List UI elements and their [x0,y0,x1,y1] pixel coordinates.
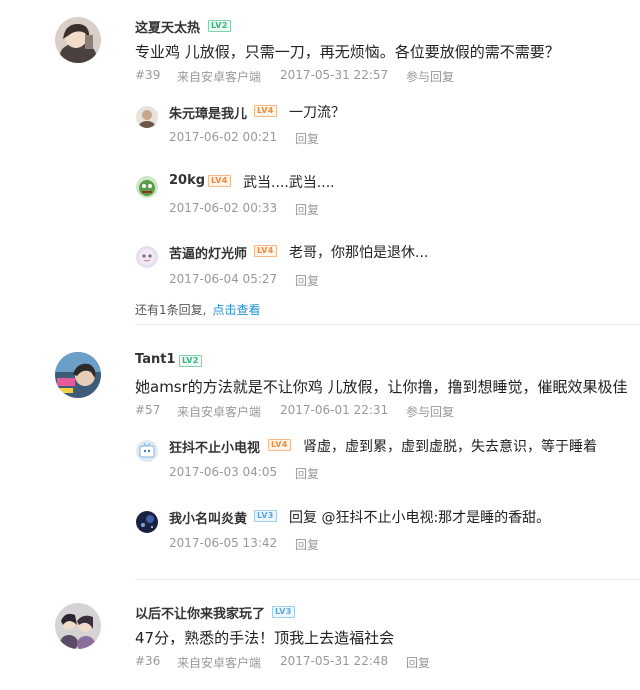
reply-text: 武当....武当.... [243,175,335,191]
level-badge: LV4 [268,439,291,451]
floor-number: #36 [135,654,161,668]
level-badge: LV4 [254,105,277,117]
reply-avatar[interactable] [136,246,158,268]
reply-text: 一刀流？ [289,105,345,121]
client-source: 来自安卓客户端 [177,656,262,670]
username[interactable]: 这夏天太热 [135,17,200,36]
user-avatar[interactable] [55,352,101,398]
reply-username[interactable]: 20kg [169,173,205,188]
reply-avatar[interactable] [136,176,158,198]
reply-username[interactable]: 狂抖不止小电视 [169,437,260,456]
more-replies: 还有1条回复, 点击查看 [135,301,260,318]
level-badge: LV3 [254,510,277,522]
view-more-link[interactable]: 点击查看 [212,303,260,317]
reply-button[interactable]: 回复 [295,130,319,147]
reply-button[interactable]: 回复 [295,465,319,482]
reply-timestamp: 2017-06-05 13:42 [169,536,278,550]
username[interactable]: Tant1 [135,352,175,367]
floor-number: #39 [135,68,161,82]
level-badge: LV4 [254,245,277,257]
level-badge: LV4 [208,175,231,187]
comment-text: 47分，熟悉的手法！顶我上去造福社会 [135,629,395,647]
level-badge: LV2 [179,355,202,367]
client-source: 来自安卓客户端 [177,70,262,84]
join-reply-button[interactable]: 参与回复 [406,403,454,420]
reply-timestamp: 2017-06-02 00:21 [169,130,278,144]
reply-avatar[interactable] [136,440,158,462]
user-avatar[interactable] [55,17,101,63]
reply-timestamp: 2017-06-04 05:27 [169,272,278,286]
comment-thread: 这夏天太热 LV2 专业鸡 儿放假，只需一刀，再无烦恼。各位要放假的需不需要？ … [0,0,640,325]
comment-thread: Tant1 LV2 她amsr的方法就是不让你鸡 儿放假，让你撸，撸到想睡觉，催… [0,325,640,580]
reply-timestamp: 2017-06-03 04:05 [169,465,278,479]
timestamp: 2017-05-31 22:57 [280,68,389,82]
floor-number: #57 [135,403,161,417]
comment-text: 专业鸡 儿放假，只需一刀，再无烦恼。各位要放假的需不需要？ [135,43,560,61]
reply-button[interactable]: 回复 [406,654,430,671]
reply-button[interactable]: 回复 [295,201,319,218]
reply-text: 老哥，你那怕是退休... [289,245,429,261]
client-source: 来自安卓客户端 [177,405,262,419]
user-avatar[interactable] [55,603,101,649]
reply-username[interactable]: 我小名叫炎黄 [169,508,247,527]
comment-meta: #39 来自安卓客户端 2017-05-31 22:57 参与回复 [135,68,535,84]
reply-timestamp: 2017-06-02 00:33 [169,201,278,215]
timestamp: 2017-06-01 22:31 [280,403,389,417]
reply-avatar[interactable] [136,511,158,533]
reply-text: 回复 @狂抖不止小电视:那才是睡的香甜。 [289,510,551,526]
reply-button[interactable]: 回复 [295,272,319,289]
reply-avatar[interactable] [136,106,158,128]
join-reply-button[interactable]: 参与回复 [406,68,454,85]
comment-text: 她amsr的方法就是不让你鸡 儿放假，让你撸，撸到想睡觉，催眠效果极佳 [135,378,628,396]
timestamp: 2017-05-31 22:48 [280,654,389,668]
level-badge: LV3 [272,606,295,618]
reply-button[interactable]: 回复 [295,536,319,553]
comment-thread: 以后不让你来我家玩了 LV3 47分，熟悉的手法！顶我上去造福社会 #36 来自… [0,580,640,690]
comment-meta: #36 来自安卓客户端 2017-05-31 22:48 回复 [135,654,535,670]
reply-text: 肾虚，虚到累，虚到虚脱，失去意识，等于睡着 [303,439,597,455]
more-replies-text: 还有1条回复, [135,303,207,317]
reply-username[interactable]: 朱元璋是我儿 [169,103,247,122]
level-badge: LV2 [208,20,231,32]
comment-meta: #57 来自安卓客户端 2017-06-01 22:31 参与回复 [135,403,535,419]
reply-username[interactable]: 苦逼的灯光师 [169,243,247,262]
username[interactable]: 以后不让你来我家玩了 [135,603,265,622]
